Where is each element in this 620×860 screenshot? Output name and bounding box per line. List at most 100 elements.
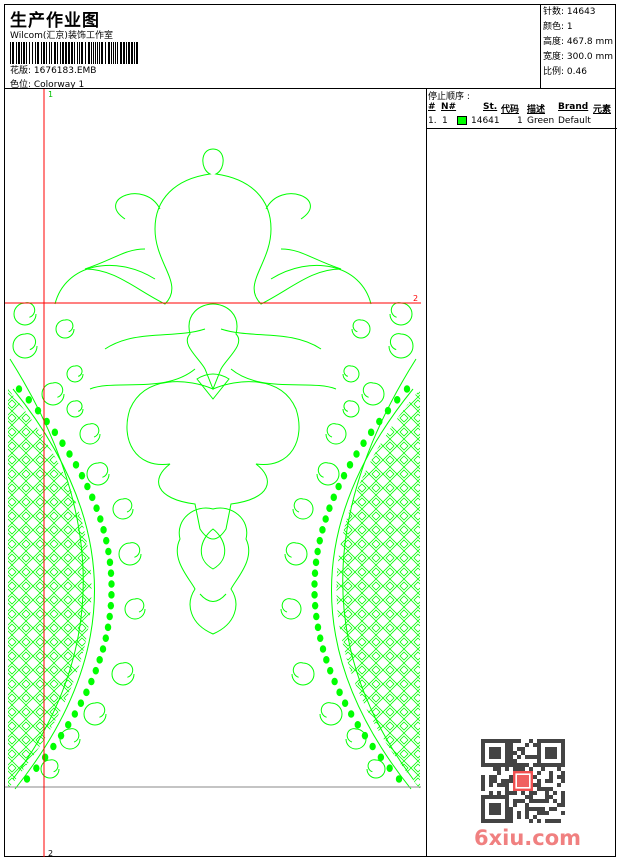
qr-module	[509, 743, 513, 747]
qr-module	[533, 763, 537, 767]
stitch-dot	[88, 677, 95, 686]
row-index: 1.	[428, 116, 437, 126]
qr-module	[553, 791, 557, 795]
scroll-spiral	[83, 702, 107, 726]
qr-module	[549, 795, 553, 799]
stitch-dot	[65, 721, 72, 729]
qr-module	[505, 783, 509, 787]
stitch-dot	[108, 580, 115, 588]
scroll-spiral	[59, 728, 81, 750]
qr-module	[509, 755, 513, 759]
qr-module	[521, 767, 525, 771]
qr-module	[493, 775, 497, 779]
stitch-dot	[108, 591, 115, 599]
stitch-dot	[50, 742, 57, 751]
scroll-spiral	[280, 598, 302, 620]
design-file: 花版: 1676183.EMB	[10, 66, 97, 76]
row-description: Green	[527, 116, 555, 126]
qr-module	[517, 815, 521, 819]
stitch-dot	[71, 710, 79, 718]
qr-module	[541, 811, 545, 815]
stitch-dot	[59, 439, 66, 447]
scroll-spiral	[342, 365, 360, 383]
company-name: Wilcom(汇京)装饰工作室	[10, 31, 113, 41]
qr-module	[537, 819, 541, 823]
scroll-spiral	[13, 302, 37, 326]
qr-module	[525, 803, 529, 807]
qr-module	[541, 807, 545, 811]
stitch-dot	[346, 461, 354, 469]
qr-module	[517, 755, 521, 759]
stitch-dot	[106, 612, 113, 621]
stitch-dot	[335, 482, 342, 491]
stitch-dot	[330, 493, 337, 502]
qr-module	[537, 783, 541, 787]
qr-module	[517, 811, 521, 815]
qr-module	[493, 779, 497, 783]
scroll-spiral	[66, 400, 84, 418]
qr-module	[501, 783, 505, 787]
qr-module	[553, 819, 557, 823]
stitch-dot	[311, 601, 319, 610]
qr-module	[545, 795, 549, 799]
qr-module	[505, 767, 509, 771]
qr-module	[529, 739, 533, 743]
qr-module	[489, 791, 493, 795]
qr-module	[513, 759, 517, 763]
stitch-dot	[323, 656, 330, 664]
side-leaf	[89, 328, 337, 390]
qr-module	[517, 799, 521, 803]
qr-module	[517, 775, 529, 787]
qr-module	[553, 799, 557, 803]
qr-module	[533, 783, 537, 787]
qr-module	[521, 747, 525, 751]
qr-module	[521, 799, 525, 803]
qr-module	[533, 807, 537, 811]
stitch-dot	[403, 385, 411, 393]
scroll-spiral	[112, 498, 134, 520]
stitch-dot	[106, 558, 114, 567]
row-code: 1	[517, 116, 523, 126]
stitch-dot	[66, 450, 73, 458]
qr-module	[489, 747, 501, 759]
crest-motif	[84, 148, 342, 305]
stitch-dot	[311, 591, 318, 599]
qr-module	[537, 807, 541, 811]
qr-module	[529, 755, 533, 759]
stitch-dot	[105, 547, 112, 556]
qr-module	[525, 795, 529, 799]
stitch-dot	[104, 623, 112, 632]
qr-module	[513, 767, 517, 771]
qr-module	[497, 771, 501, 775]
qr-module	[557, 783, 561, 787]
scroll-spiral	[118, 542, 142, 566]
stitch-dot	[353, 450, 360, 458]
stitch-dot	[107, 601, 115, 610]
qr-module	[557, 767, 561, 771]
stitch-dot	[322, 515, 329, 523]
qr-module	[517, 739, 521, 743]
qr-code-icon	[481, 739, 565, 823]
qr-module	[513, 803, 517, 807]
stitch-dot	[312, 558, 320, 567]
qr-module	[517, 763, 521, 767]
stitch-dot	[83, 688, 90, 697]
qr-module	[545, 787, 549, 791]
scroll-spiral	[292, 498, 314, 520]
qr-module	[481, 779, 485, 783]
scroll-spiral	[284, 542, 308, 566]
qr-module	[557, 803, 561, 807]
qr-module	[545, 747, 557, 759]
lower-medallion	[176, 507, 250, 635]
stitch-dot	[84, 482, 91, 491]
stitch-dot	[386, 764, 393, 772]
stitch-dot	[99, 645, 107, 653]
stitch-dot	[102, 634, 109, 642]
stitch-dot	[319, 526, 326, 534]
qr-module	[509, 779, 513, 783]
scroll-spiral	[366, 759, 386, 779]
stitch-dot	[367, 428, 375, 437]
stitch-dot	[314, 623, 322, 632]
col-code: 代码	[501, 105, 520, 115]
qr-module	[521, 751, 525, 755]
